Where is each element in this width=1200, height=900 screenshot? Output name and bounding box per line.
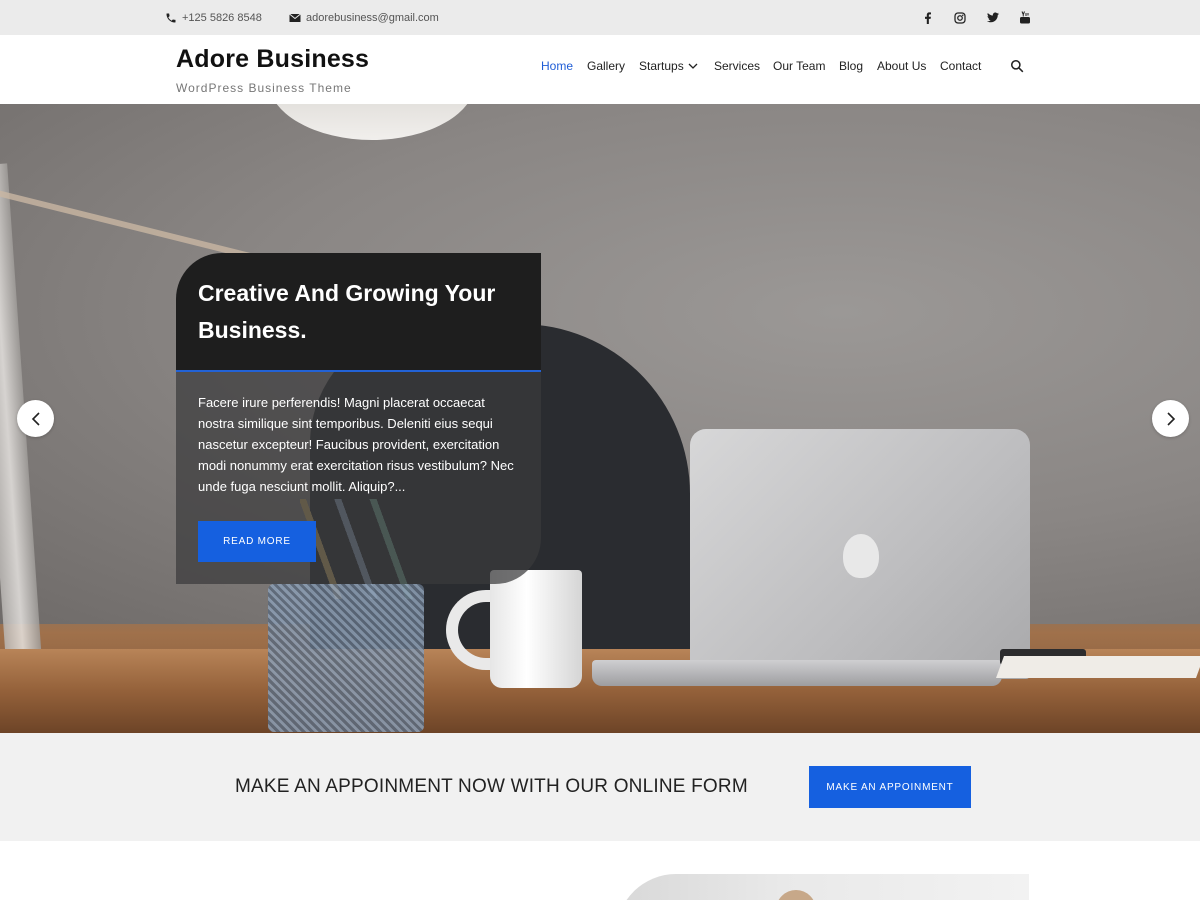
appointment-text: MAKE AN APPOINMENT NOW WITH OUR ONLINE F… <box>235 776 748 797</box>
site-tagline: WordPress Business Theme <box>176 81 352 95</box>
hero-title-box: Creative And Growing Your Business. <box>176 253 541 372</box>
nav-item-startups[interactable]: Startups <box>639 59 698 73</box>
site-header: Adore Business WordPress Business Theme … <box>0 35 1200 104</box>
chevron-right-icon <box>1166 411 1175 426</box>
nav-item-blog[interactable]: Blog <box>839 59 863 73</box>
hero-title: Creative And Growing Your Business. <box>198 280 496 343</box>
nav-item-services[interactable]: Services <box>714 59 760 73</box>
envelope-icon <box>289 13 301 22</box>
site-title[interactable]: Adore Business <box>176 45 369 74</box>
hero-description: Facere irure perferendis! Magni placerat… <box>198 395 514 494</box>
pencil-cup-image <box>268 584 424 732</box>
top-bar: +125 5826 8548 adorebusiness@gmail.com <box>0 0 1200 35</box>
nav-item-our-team[interactable]: Our Team <box>773 59 825 73</box>
nav-item-startups-label: Startups <box>639 59 684 73</box>
section-image <box>616 874 1029 900</box>
chevron-left-icon <box>31 411 40 426</box>
nav-item-about-us[interactable]: About Us <box>877 59 926 73</box>
slider-prev-button[interactable] <box>17 400 54 437</box>
search-icon[interactable] <box>1010 59 1026 75</box>
next-section <box>0 841 1200 900</box>
email-address: adorebusiness@gmail.com <box>306 11 439 24</box>
slider-next-button[interactable] <box>1152 400 1189 437</box>
nav-item-contact[interactable]: Contact <box>940 59 981 73</box>
phone-icon <box>166 13 176 22</box>
nav-item-home[interactable]: Home <box>541 59 573 73</box>
instagram-icon[interactable] <box>952 0 968 35</box>
appointment-banner: MAKE AN APPOINMENT NOW WITH OUR ONLINE F… <box>0 733 1200 841</box>
topbar-email[interactable]: adorebusiness@gmail.com <box>289 0 439 35</box>
chevron-down-icon <box>688 63 698 69</box>
make-appointment-button[interactable]: MAKE AN APPOINMENT <box>809 766 971 808</box>
nav-item-gallery[interactable]: Gallery <box>587 59 625 73</box>
mug-image <box>490 570 582 688</box>
read-more-button[interactable]: READ MORE <box>198 521 316 562</box>
phone-number: +125 5826 8548 <box>182 11 262 24</box>
topbar-phone[interactable]: +125 5826 8548 <box>165 0 262 35</box>
facebook-icon[interactable] <box>920 0 936 35</box>
youtube-icon[interactable] <box>1017 0 1033 35</box>
twitter-icon[interactable] <box>985 0 1001 35</box>
